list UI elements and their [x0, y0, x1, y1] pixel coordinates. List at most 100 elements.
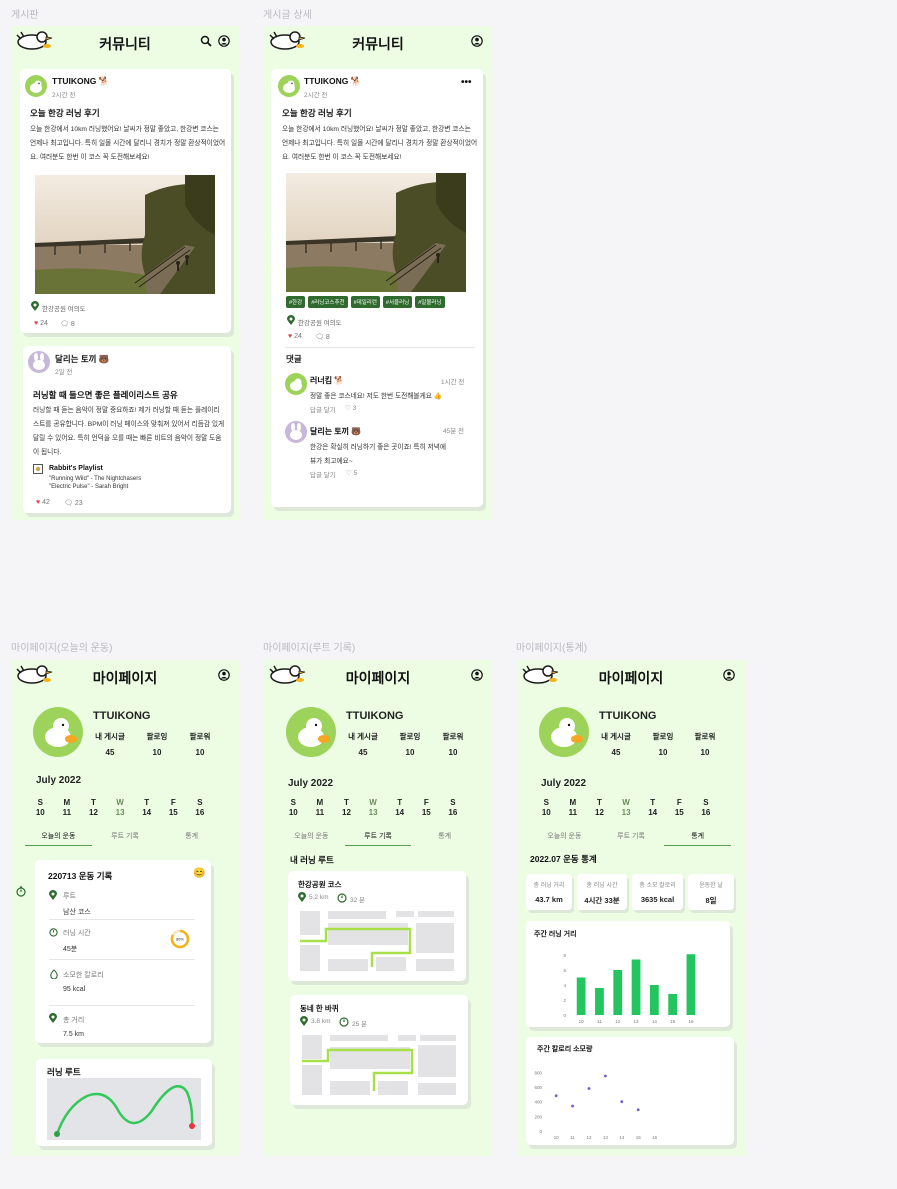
calendar-month[interactable]: July 2022: [288, 778, 333, 789]
heart-icon[interactable]: ♥: [36, 499, 40, 506]
comment-count[interactable]: 🗨 8: [315, 333, 330, 341]
hashtag[interactable]: #서울러닝: [382, 296, 413, 308]
post-location[interactable]: 한강공원 여의도: [42, 303, 86, 313]
calendar-day-selected[interactable]: W 13: [613, 798, 640, 818]
avatar[interactable]: [285, 373, 307, 395]
like-count[interactable]: ♥ 24: [288, 333, 302, 340]
comment-count[interactable]: 🗨 23: [64, 499, 83, 507]
comment-icon[interactable]: 🗨: [64, 500, 73, 507]
tab-today[interactable]: 오늘의 운동: [531, 831, 598, 846]
avatar[interactable]: [278, 75, 300, 97]
hashtag[interactable]: #일몰러닝: [415, 296, 445, 308]
calendar-day[interactable]: M 11: [307, 798, 334, 818]
comment-like-button[interactable]: ♡ 5: [346, 469, 357, 477]
tab-today[interactable]: 오늘의 운동: [278, 831, 345, 846]
stat-followers[interactable]: 팔로워 10: [683, 731, 727, 757]
post-author[interactable]: 달리는 토끼 🐻: [55, 353, 109, 365]
route-card[interactable]: 동네 한 바퀴 3.8 km 25 분: [290, 995, 468, 1105]
tab-stats[interactable]: 통계: [158, 831, 225, 846]
comment-icon[interactable]: 🗨: [315, 334, 324, 341]
tab-today[interactable]: 오늘의 운동: [25, 831, 92, 846]
route-map[interactable]: [298, 909, 458, 975]
avatar[interactable]: [25, 75, 47, 97]
stat-followers[interactable]: 팔로워 10: [178, 731, 222, 757]
tab-route[interactable]: 루트 기록: [92, 831, 159, 846]
like-count[interactable]: ♥ 24: [34, 320, 48, 327]
calendar-day[interactable]: F 15: [413, 798, 440, 818]
post-photo[interactable]: [286, 173, 466, 292]
profile-icon[interactable]: [723, 669, 735, 681]
post-author[interactable]: TTUIKONG 🐕: [304, 76, 361, 87]
calendar-day[interactable]: M 11: [560, 798, 587, 818]
comment-count[interactable]: 🗨 8: [60, 320, 75, 328]
search-icon[interactable]: [200, 35, 212, 47]
calendar-day[interactable]: F 15: [666, 798, 693, 818]
calendar-day[interactable]: T 14: [639, 798, 666, 818]
tab-stats[interactable]: 통계: [664, 831, 732, 846]
calendar-day[interactable]: M 11: [54, 798, 81, 818]
calendar-day[interactable]: T 12: [80, 798, 107, 818]
more-options-icon[interactable]: •••: [461, 77, 472, 88]
playlist-title[interactable]: Rabbit's Playlist: [49, 465, 103, 472]
calendar-day[interactable]: S 16: [440, 798, 467, 818]
post-author[interactable]: TTUIKONG 🐕: [52, 76, 109, 87]
calendar-month[interactable]: July 2022: [541, 778, 586, 789]
stat-following[interactable]: 팔로잉 10: [388, 731, 432, 757]
post-title[interactable]: 오늘 한강 러닝 후기: [30, 107, 100, 119]
calendar-day[interactable]: T 14: [133, 798, 160, 818]
tab-stats[interactable]: 통계: [411, 831, 478, 846]
stat-following[interactable]: 팔로잉 10: [135, 731, 179, 757]
profile-icon[interactable]: [471, 669, 483, 681]
post-title[interactable]: 러닝할 때 들으면 좋은 플레이리스트 공유: [33, 389, 178, 401]
route-map-card[interactable]: 러닝 루트: [36, 1059, 212, 1146]
profile-avatar[interactable]: [286, 707, 336, 757]
stat-posts[interactable]: 내 게시글 45: [88, 731, 132, 757]
heart-icon[interactable]: ♥: [34, 320, 38, 327]
hashtag[interactable]: #러닝코스추천: [308, 296, 348, 308]
hashtag[interactable]: #한강: [286, 296, 306, 308]
post-card[interactable]: 달리는 토끼 🐻 2일 전 러닝할 때 들으면 좋은 플레이리스트 공유 러닝할…: [23, 346, 231, 513]
calendar-day[interactable]: S 16: [693, 798, 720, 818]
reply-button[interactable]: 답글 달기: [310, 404, 336, 414]
calendar-month[interactable]: July 2022: [36, 775, 81, 786]
smile-icon[interactable]: 😊: [193, 868, 205, 879]
calendar-day[interactable]: S 16: [187, 798, 214, 818]
reply-button[interactable]: 답글 달기: [310, 469, 336, 479]
heart-icon[interactable]: ♥: [288, 333, 292, 340]
post-location[interactable]: 한강공원 여의도: [298, 317, 342, 327]
stat-followers[interactable]: 팔로워 10: [431, 731, 475, 757]
post-photo[interactable]: [35, 175, 215, 294]
comment-author[interactable]: 달리는 토끼 🐻: [310, 426, 361, 437]
comment-author[interactable]: 러너킴 🐕: [310, 375, 344, 386]
hashtag[interactable]: #데일리런: [350, 296, 380, 308]
stat-posts[interactable]: 내 게시글 45: [594, 731, 638, 757]
stat-posts[interactable]: 내 게시글 45: [341, 731, 385, 757]
calendar-day[interactable]: S 10: [27, 798, 54, 818]
calendar-day[interactable]: S 10: [533, 798, 560, 818]
route-time: 25 분: [352, 1021, 368, 1028]
like-count[interactable]: ♥ 42: [36, 499, 50, 506]
comment-icon[interactable]: 🗨: [60, 321, 69, 328]
calendar-day[interactable]: T 14: [386, 798, 413, 818]
tab-route[interactable]: 루트 기록: [598, 831, 665, 846]
profile-icon[interactable]: [218, 669, 230, 681]
profile-icon[interactable]: [218, 35, 230, 47]
calendar-day[interactable]: F 15: [160, 798, 187, 818]
route-map[interactable]: [47, 1078, 201, 1140]
profile-avatar[interactable]: [33, 707, 83, 757]
route-map[interactable]: [300, 1033, 460, 1099]
calendar-day[interactable]: S 10: [280, 798, 307, 818]
avatar[interactable]: [28, 351, 50, 373]
route-card[interactable]: 한강공원 코스 5.2 km 32 분: [288, 871, 466, 981]
profile-avatar[interactable]: [539, 707, 589, 757]
calendar-day-selected[interactable]: W 13: [107, 798, 134, 818]
stat-following[interactable]: 팔로잉 10: [641, 731, 685, 757]
calendar-day[interactable]: T 12: [333, 798, 360, 818]
profile-icon[interactable]: [471, 35, 483, 47]
post-card[interactable]: TTUIKONG 🐕 2시간 전 오늘 한강 러닝 후기 오늘 한강에서 10k…: [20, 69, 231, 333]
tab-route[interactable]: 루트 기록: [344, 831, 412, 846]
calendar-day-selected[interactable]: W 13: [360, 798, 387, 818]
avatar[interactable]: [285, 421, 307, 443]
comment-like-button[interactable]: ♡ 3: [345, 404, 356, 412]
calendar-day[interactable]: T 12: [586, 798, 613, 818]
